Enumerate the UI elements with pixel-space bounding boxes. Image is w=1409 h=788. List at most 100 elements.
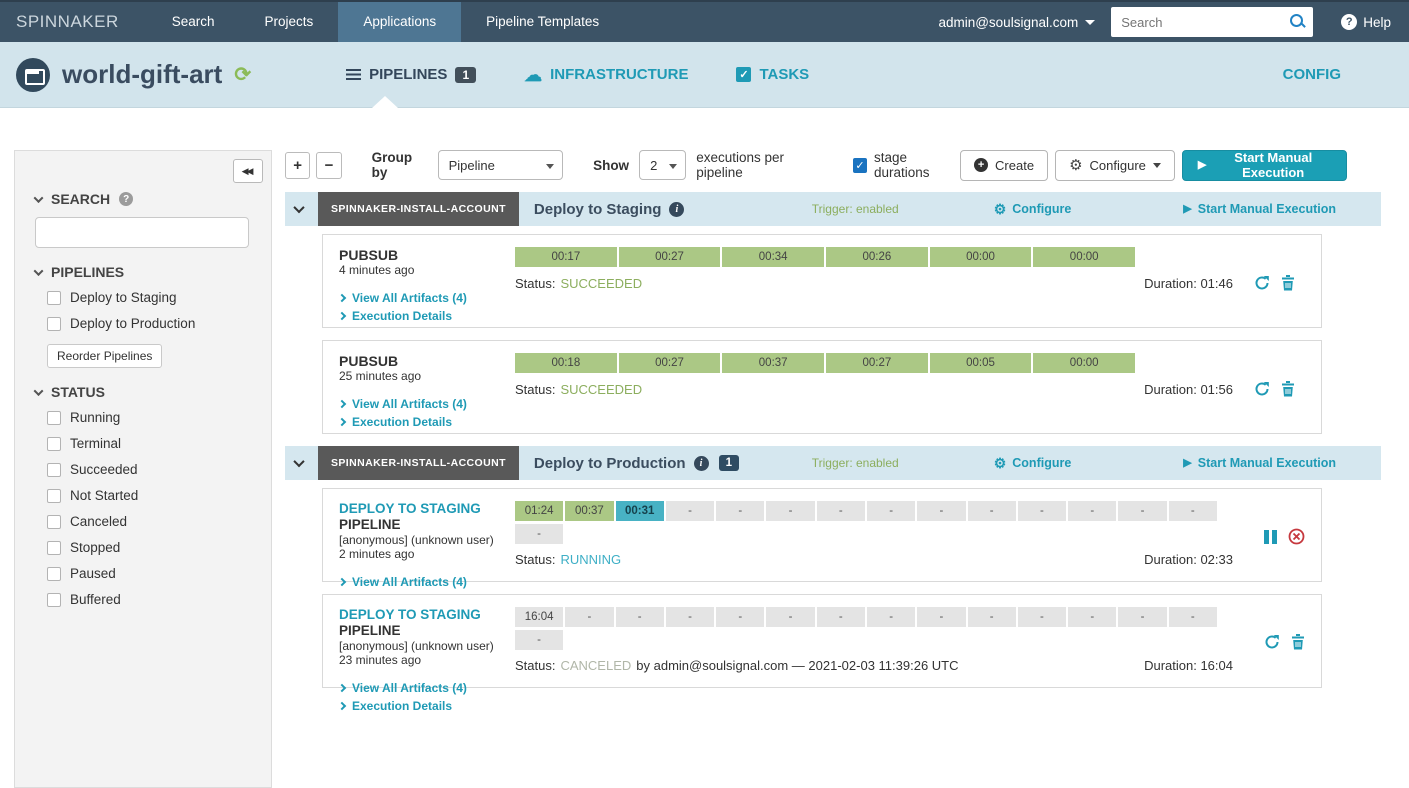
stage-cell[interactable]: - xyxy=(565,607,613,627)
start-manual-execution-link[interactable]: ▶ Start Manual Execution xyxy=(1183,202,1336,216)
delete-execution-icon[interactable] xyxy=(1281,381,1295,397)
stage-cell[interactable]: - xyxy=(917,607,965,627)
rerun-execution-icon[interactable] xyxy=(1254,275,1270,291)
help-menu[interactable]: ? Help xyxy=(1341,14,1391,30)
tab-config[interactable]: CONFIG xyxy=(1283,66,1341,83)
stage-cell[interactable]: - xyxy=(1118,501,1166,521)
tab-tasks[interactable]: ✓ TASKS xyxy=(736,66,809,83)
configure-button[interactable]: ⚙ Configure xyxy=(1055,150,1175,181)
stage-cell[interactable]: - xyxy=(968,607,1016,627)
stage-cell[interactable]: - xyxy=(1118,607,1166,627)
stage-cell[interactable]: - xyxy=(968,501,1016,521)
checkbox-unchecked-icon[interactable] xyxy=(47,515,61,529)
pipeline-filter-checkbox[interactable]: Deploy to Staging xyxy=(47,290,257,305)
execution-details-link[interactable]: Execution Details xyxy=(339,413,519,431)
search-icon[interactable] xyxy=(1289,13,1305,29)
help-icon[interactable]: ? xyxy=(119,192,133,206)
global-search-input[interactable] xyxy=(1111,7,1313,37)
delete-execution-icon[interactable] xyxy=(1291,634,1305,650)
info-icon[interactable]: i xyxy=(694,456,709,471)
stage-cell[interactable]: 00:00 xyxy=(1033,353,1135,373)
nav-item-applications[interactable]: Applications xyxy=(338,2,461,42)
status-filter-checkbox[interactable]: Terminal xyxy=(47,436,257,451)
rerun-execution-icon[interactable] xyxy=(1254,381,1270,397)
stage-cell[interactable]: - xyxy=(1068,607,1116,627)
pipeline-search-input[interactable] xyxy=(35,217,249,248)
nav-item-pipeline-templates[interactable]: Pipeline Templates xyxy=(461,2,624,42)
start-manual-execution-link[interactable]: ▶ Start Manual Execution xyxy=(1183,456,1336,470)
checkbox-unchecked-icon[interactable] xyxy=(47,463,61,477)
nav-item-projects[interactable]: Projects xyxy=(240,2,339,42)
checkbox-unchecked-icon[interactable] xyxy=(47,291,61,305)
stage-cell[interactable]: - xyxy=(666,501,714,521)
cancel-execution-icon[interactable] xyxy=(1288,528,1305,545)
status-filter-checkbox[interactable]: Canceled xyxy=(47,514,257,529)
stage-cell[interactable]: 00:37 xyxy=(565,501,613,521)
refresh-application-icon[interactable]: ⟳ xyxy=(234,62,251,87)
stage-cell[interactable]: 00:27 xyxy=(619,353,721,373)
group-by-select[interactable]: Pipeline xyxy=(438,150,564,180)
stage-cell[interactable]: - xyxy=(817,501,865,521)
status-filter-checkbox[interactable]: Buffered xyxy=(47,592,257,607)
status-filter-checkbox[interactable]: Succeeded xyxy=(47,462,257,477)
checkbox-unchecked-icon[interactable] xyxy=(47,593,61,607)
stage-cell[interactable]: 00:00 xyxy=(930,247,1032,267)
view-all-artifacts-link[interactable]: View All Artifacts (4) xyxy=(339,573,519,591)
nav-item-search[interactable]: Search xyxy=(147,2,240,42)
stage-cell[interactable]: - xyxy=(1169,607,1217,627)
stage-cell[interactable]: - xyxy=(766,607,814,627)
start-manual-execution-button[interactable]: ▶ Start Manual Execution xyxy=(1182,150,1347,181)
stage-cell[interactable]: - xyxy=(867,607,915,627)
user-menu[interactable]: admin@soulsignal.com xyxy=(938,15,1095,30)
spinnaker-logo[interactable]: SPINNAKER xyxy=(0,2,147,42)
stage-cell[interactable]: - xyxy=(716,501,764,521)
reorder-pipelines-button[interactable]: Reorder Pipelines xyxy=(47,344,162,368)
stage-cell[interactable]: 01:24 xyxy=(515,501,563,521)
delete-execution-icon[interactable] xyxy=(1281,275,1295,291)
pause-execution-icon[interactable] xyxy=(1264,530,1277,544)
group-collapse-chevron[interactable] xyxy=(293,456,304,467)
search-section-header[interactable]: SEARCH ? xyxy=(35,191,257,207)
tab-pipelines[interactable]: PIPELINES 1 xyxy=(346,66,476,83)
checkbox-unchecked-icon[interactable] xyxy=(47,541,61,555)
stage-durations-checkbox[interactable]: ✓ xyxy=(853,158,867,173)
stage-cell[interactable]: 00:27 xyxy=(619,247,721,267)
status-filter-checkbox[interactable]: Stopped xyxy=(47,540,257,555)
rerun-execution-icon[interactable] xyxy=(1264,634,1280,650)
pipelines-section-header[interactable]: PIPELINES xyxy=(35,264,257,280)
stage-cell[interactable]: 00:18 xyxy=(515,353,617,373)
stage-cell[interactable]: - xyxy=(917,501,965,521)
configure-pipeline-link[interactable]: ⚙ Configure xyxy=(994,202,1072,216)
stage-cell[interactable]: 00:17 xyxy=(515,247,617,267)
group-collapse-chevron[interactable] xyxy=(293,202,304,213)
stage-cell[interactable]: - xyxy=(716,607,764,627)
stage-cell[interactable]: 00:27 xyxy=(826,353,928,373)
pipeline-filter-checkbox[interactable]: Deploy to Production xyxy=(47,316,257,331)
collapse-all-button[interactable]: − xyxy=(316,152,341,179)
stage-cell[interactable]: - xyxy=(1068,501,1116,521)
stage-cell[interactable]: 00:34 xyxy=(722,247,824,267)
checkbox-unchecked-icon[interactable] xyxy=(47,437,61,451)
stage-cell[interactable]: 00:37 xyxy=(722,353,824,373)
status-section-header[interactable]: STATUS xyxy=(35,384,257,400)
executions-count-select[interactable]: 2 xyxy=(639,150,686,180)
status-filter-checkbox[interactable]: Paused xyxy=(47,566,257,581)
view-all-artifacts-link[interactable]: View All Artifacts (4) xyxy=(339,289,519,307)
status-filter-checkbox[interactable]: Running xyxy=(47,410,257,425)
stage-cell[interactable]: - xyxy=(666,607,714,627)
stage-cell[interactable]: 00:31 xyxy=(616,501,664,521)
stage-cell[interactable]: 00:00 xyxy=(1033,247,1135,267)
info-icon[interactable]: i xyxy=(669,202,684,217)
expand-all-button[interactable]: + xyxy=(285,152,310,179)
stage-cell[interactable]: 16:04 xyxy=(515,607,563,627)
checkbox-unchecked-icon[interactable] xyxy=(47,411,61,425)
view-all-artifacts-link[interactable]: View All Artifacts (4) xyxy=(339,679,519,697)
collapse-sidebar-button[interactable]: ◀◀ xyxy=(233,159,263,183)
execution-details-link[interactable]: Execution Details xyxy=(339,697,519,715)
stage-cell[interactable]: 00:05 xyxy=(930,353,1032,373)
stage-cell[interactable]: - xyxy=(867,501,915,521)
stage-cell[interactable]: - xyxy=(1018,607,1066,627)
checkbox-unchecked-icon[interactable] xyxy=(47,489,61,503)
view-all-artifacts-link[interactable]: View All Artifacts (4) xyxy=(339,395,519,413)
checkbox-unchecked-icon[interactable] xyxy=(47,567,61,581)
